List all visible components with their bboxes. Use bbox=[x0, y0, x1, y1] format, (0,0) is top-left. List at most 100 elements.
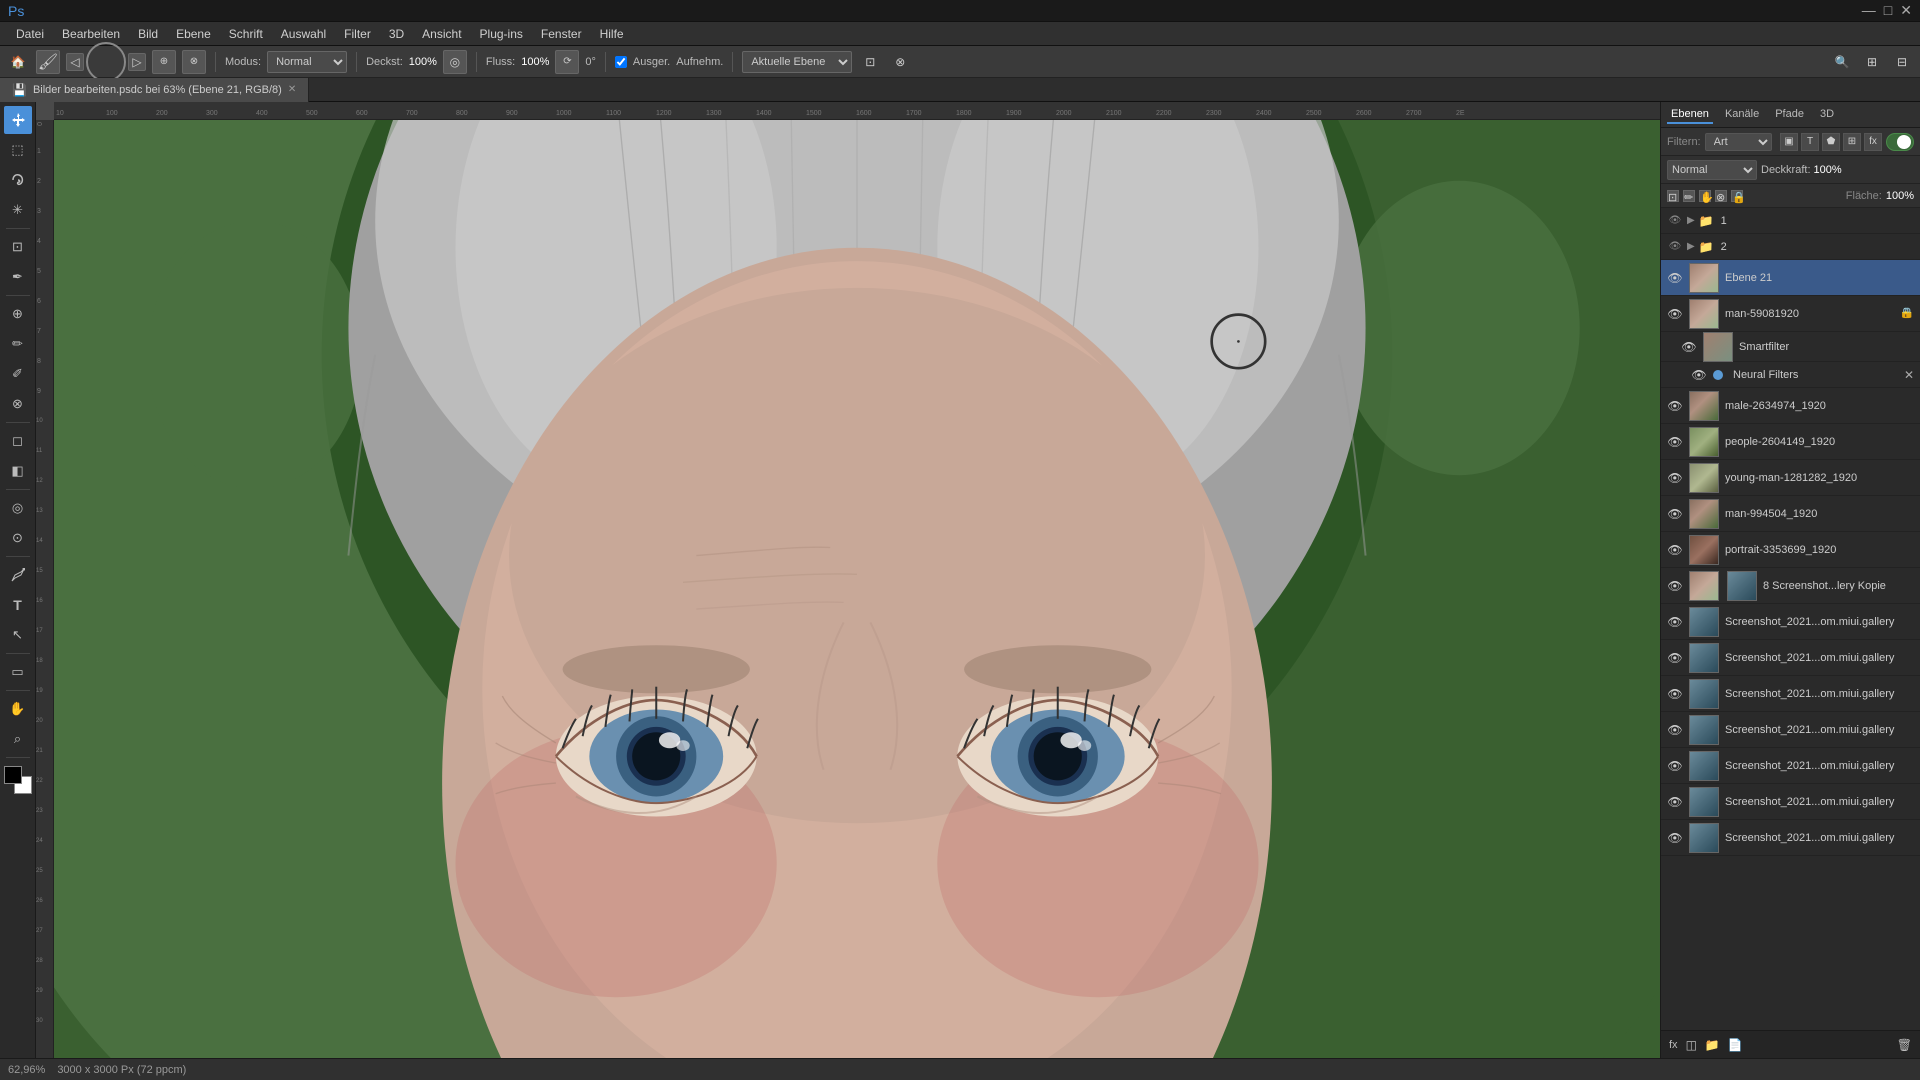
color-swatch[interactable] bbox=[4, 766, 32, 794]
layer-screenshot2021d[interactable]: 👁 Screenshot_2021...om.miui.gallery bbox=[1661, 712, 1920, 748]
tab-3d[interactable]: 3D bbox=[1816, 106, 1838, 124]
brush-preset-button[interactable]: 🖌 bbox=[36, 50, 60, 74]
smoothing-checkbox[interactable] bbox=[615, 56, 627, 68]
canvas-area[interactable]: /* ruler marks drawn below */ 10 100 200… bbox=[36, 102, 1660, 1058]
layer-screenshot2021e[interactable]: 👁 Screenshot_2021...om.miui.gallery bbox=[1661, 748, 1920, 784]
canvas-container[interactable] bbox=[54, 120, 1660, 1058]
canvas-image[interactable] bbox=[54, 120, 1660, 1058]
visibility-youngman1281[interactable]: 👁 bbox=[1667, 470, 1683, 486]
layer-ebene21[interactable]: 👁 Ebene 21 bbox=[1661, 260, 1920, 296]
document-tab[interactable]: 💾 Bilder bearbeiten.psdc bei 63% (Ebene … bbox=[0, 78, 309, 102]
group1-chevron[interactable]: ▶ bbox=[1687, 215, 1695, 226]
minimize-button[interactable]: — bbox=[1862, 2, 1876, 19]
tool-history-brush[interactable]: ⊗ bbox=[4, 390, 32, 418]
tool-eraser[interactable]: ◻ bbox=[4, 427, 32, 455]
fx-button[interactable]: fx bbox=[1669, 1039, 1678, 1051]
visibility-screenshot2021a[interactable]: 👁 bbox=[1667, 614, 1683, 630]
tool-eyedropper[interactable]: ✒ bbox=[4, 263, 32, 291]
visibility-man590[interactable]: 👁 bbox=[1667, 306, 1683, 322]
filter-toggle[interactable] bbox=[1886, 133, 1914, 151]
visibility-man994504[interactable]: 👁 bbox=[1667, 506, 1683, 522]
menu-datei[interactable]: Datei bbox=[8, 25, 52, 43]
layer-neural-filters[interactable]: 👁 Neural Filters ✕ bbox=[1661, 362, 1920, 388]
tool-clone[interactable]: ✐ bbox=[4, 360, 32, 388]
tool-gradient[interactable]: ◧ bbox=[4, 457, 32, 485]
visibility-smartfilter[interactable]: 👁 bbox=[1681, 339, 1697, 355]
filter-pixel-btn[interactable]: ▣ bbox=[1780, 133, 1798, 151]
layer-portrait3353[interactable]: 👁 portrait-3353699_1920 bbox=[1661, 532, 1920, 568]
visibility-screenshot2021f[interactable]: 👁 bbox=[1667, 794, 1683, 810]
tool-select-rect[interactable]: ⬚ bbox=[4, 136, 32, 164]
filter-smart-btn[interactable]: ⊞ bbox=[1843, 133, 1861, 151]
layers-list[interactable]: 👁 ▶ 📁 1 👁 ▶ 📁 2 👁 bbox=[1661, 208, 1920, 1030]
lock-all-btn[interactable]: 🔒 bbox=[1731, 190, 1743, 202]
tool-dodge[interactable]: ⊙ bbox=[4, 524, 32, 552]
tool-crop[interactable]: ⊡ bbox=[4, 233, 32, 261]
menu-hilfe[interactable]: Hilfe bbox=[592, 25, 632, 43]
tool-shape[interactable]: ▭ bbox=[4, 658, 32, 686]
layer-smartfilter[interactable]: 👁 Smartfilter bbox=[1661, 332, 1920, 362]
menu-ebene[interactable]: Ebene bbox=[168, 25, 219, 43]
blend-mode-select[interactable]: Normal Multiplizieren Abblenden bbox=[267, 51, 347, 73]
layer-blend-mode-select[interactable]: Normal Multiplizieren bbox=[1667, 160, 1757, 180]
tab-ebenen[interactable]: Ebenen bbox=[1667, 106, 1713, 124]
layer-select[interactable]: Aktuelle Ebene bbox=[742, 51, 852, 73]
workspace-button[interactable]: ⊞ bbox=[1860, 50, 1884, 74]
menu-plugins[interactable]: Plug-ins bbox=[472, 25, 531, 43]
menu-schrift[interactable]: Schrift bbox=[221, 25, 271, 43]
filter-effect-btn[interactable]: fx bbox=[1864, 133, 1882, 151]
lock-position-btn[interactable]: ✋ bbox=[1699, 190, 1711, 202]
lock-artboard-btn[interactable]: ⊗ bbox=[1715, 190, 1727, 202]
tool-move[interactable] bbox=[4, 106, 32, 134]
pressure-button[interactable]: ⊡ bbox=[858, 50, 882, 74]
tool-path-select[interactable]: ↖ bbox=[4, 621, 32, 649]
visibility-screenshot2021e[interactable]: 👁 bbox=[1667, 758, 1683, 774]
layer-man994504[interactable]: 👁 man-994504_1920 bbox=[1661, 496, 1920, 532]
tool-lasso[interactable] bbox=[4, 166, 32, 194]
adjustment-button[interactable]: ◫ bbox=[1686, 1038, 1697, 1052]
visibility-screenshot8[interactable]: 👁 bbox=[1667, 578, 1683, 594]
visibility-group1[interactable]: 👁 bbox=[1667, 213, 1683, 229]
tool-healing[interactable]: ⊕ bbox=[4, 300, 32, 328]
group2-chevron[interactable]: ▶ bbox=[1687, 241, 1695, 252]
home-button[interactable]: 🏠 bbox=[6, 50, 30, 74]
layer-filter-type[interactable]: Art bbox=[1705, 133, 1772, 151]
tool-text[interactable]: T bbox=[4, 591, 32, 619]
symmetry-button[interactable]: ⊗ bbox=[888, 50, 912, 74]
document-tab-close[interactable]: ✕ bbox=[288, 84, 296, 95]
menu-fenster[interactable]: Fenster bbox=[533, 25, 590, 43]
visibility-people2604[interactable]: 👁 bbox=[1667, 434, 1683, 450]
menu-3d[interactable]: 3D bbox=[381, 25, 412, 43]
menu-filter[interactable]: Filter bbox=[336, 25, 379, 43]
layer-screenshot2021g[interactable]: 👁 Screenshot_2021...om.miui.gallery bbox=[1661, 820, 1920, 856]
layer-youngman1281[interactable]: 👁 young-man-1281282_1920 bbox=[1661, 460, 1920, 496]
visibility-group2[interactable]: 👁 bbox=[1667, 239, 1683, 255]
layer-man590[interactable]: 👁 man-59081920 🔒 🔒 bbox=[1661, 296, 1920, 332]
search-button[interactable]: 🔍 bbox=[1830, 50, 1854, 74]
brush-size-inc[interactable]: ▷ bbox=[128, 53, 146, 71]
layer-group-1[interactable]: 👁 ▶ 📁 1 bbox=[1661, 208, 1920, 234]
layer-male2634[interactable]: 👁 male-2634974_1920 bbox=[1661, 388, 1920, 424]
visibility-screenshot2021c[interactable]: 👁 bbox=[1667, 686, 1683, 702]
layer-group-2[interactable]: 👁 ▶ 📁 2 bbox=[1661, 234, 1920, 260]
filter-text-btn[interactable]: T bbox=[1801, 133, 1819, 151]
window-controls[interactable]: — □ ✕ bbox=[1862, 2, 1912, 19]
opacity-airbrush[interactable]: ◎ bbox=[443, 50, 467, 74]
neural-close[interactable]: ✕ bbox=[1904, 368, 1914, 382]
visibility-portrait3353[interactable]: 👁 bbox=[1667, 542, 1683, 558]
brush-smudge-button[interactable]: ⊗ bbox=[182, 50, 206, 74]
lock-transparent-btn[interactable]: ⊡ bbox=[1667, 190, 1679, 202]
tab-kanaele[interactable]: Kanäle bbox=[1721, 106, 1763, 124]
lock-image-btn[interactable]: ✏ bbox=[1683, 190, 1695, 202]
tool-brush[interactable]: ✏ bbox=[4, 330, 32, 358]
menu-bearbeiten[interactable]: Bearbeiten bbox=[54, 25, 128, 43]
tool-blur[interactable]: ◎ bbox=[4, 494, 32, 522]
tool-hand[interactable]: ✋ bbox=[4, 695, 32, 723]
group-button[interactable]: 📁 bbox=[1705, 1038, 1720, 1052]
visibility-screenshot2021g[interactable]: 👁 bbox=[1667, 830, 1683, 846]
layer-screenshot2021f[interactable]: 👁 Screenshot_2021...om.miui.gallery bbox=[1661, 784, 1920, 820]
maximize-button[interactable]: □ bbox=[1884, 2, 1892, 19]
arrange-button[interactable]: ⊟ bbox=[1890, 50, 1914, 74]
angle-button[interactable]: ⟳ bbox=[555, 50, 579, 74]
filter-vector-btn[interactable]: ⬟ bbox=[1822, 133, 1840, 151]
